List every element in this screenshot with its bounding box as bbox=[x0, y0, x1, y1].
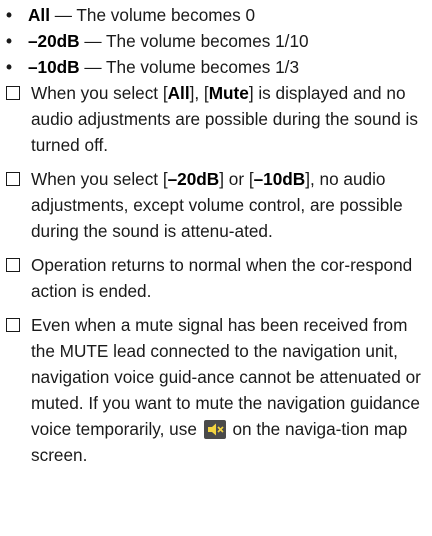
bullet-icon: • bbox=[6, 31, 13, 51]
list-item: • –20dB — The volume becomes 1/10 bbox=[6, 28, 426, 54]
note-item: When you select [–20dB] or [–10dB], no a… bbox=[6, 166, 426, 244]
bullet-icon: • bbox=[6, 5, 13, 25]
note-item: Even when a mute signal has been receive… bbox=[6, 312, 426, 468]
option-term: –20dB bbox=[28, 31, 80, 51]
note-text: Operation returns to normal when the cor… bbox=[31, 255, 413, 301]
option-separator: — bbox=[79, 57, 107, 77]
option-separator: — bbox=[79, 31, 107, 51]
note-text: Even when a mute signal has been receive… bbox=[31, 315, 421, 465]
option-term: –10dB bbox=[28, 57, 80, 77]
note-text: When you select [–20dB] or [–10dB], no a… bbox=[31, 169, 403, 241]
speaker-mute-icon bbox=[203, 420, 226, 439]
list-item: • All — The volume becomes 0 bbox=[6, 2, 426, 28]
notes-list: When you select [All], [Mute] is display… bbox=[6, 80, 426, 476]
list-item: • –10dB — The volume becomes 1/3 bbox=[6, 54, 426, 80]
option-list: • All — The volume becomes 0 • –20dB — T… bbox=[6, 2, 426, 80]
checkbox-square-icon bbox=[6, 172, 20, 186]
checkbox-square-icon bbox=[6, 318, 20, 332]
note-item: When you select [All], [Mute] is display… bbox=[6, 80, 426, 158]
note-text: When you select [All], [Mute] is display… bbox=[31, 83, 418, 155]
option-description: The volume becomes 0 bbox=[76, 5, 256, 25]
option-description: The volume becomes 1/10 bbox=[106, 31, 309, 51]
bullet-icon: • bbox=[6, 57, 13, 77]
option-description: The volume becomes 1/3 bbox=[106, 57, 300, 77]
option-term: All bbox=[28, 5, 50, 25]
checkbox-square-icon bbox=[6, 86, 20, 100]
checkbox-square-icon bbox=[6, 258, 20, 272]
option-separator: — bbox=[49, 5, 77, 25]
note-item: Operation returns to normal when the cor… bbox=[6, 252, 426, 304]
document-page: • All — The volume becomes 0 • –20dB — T… bbox=[0, 0, 432, 536]
